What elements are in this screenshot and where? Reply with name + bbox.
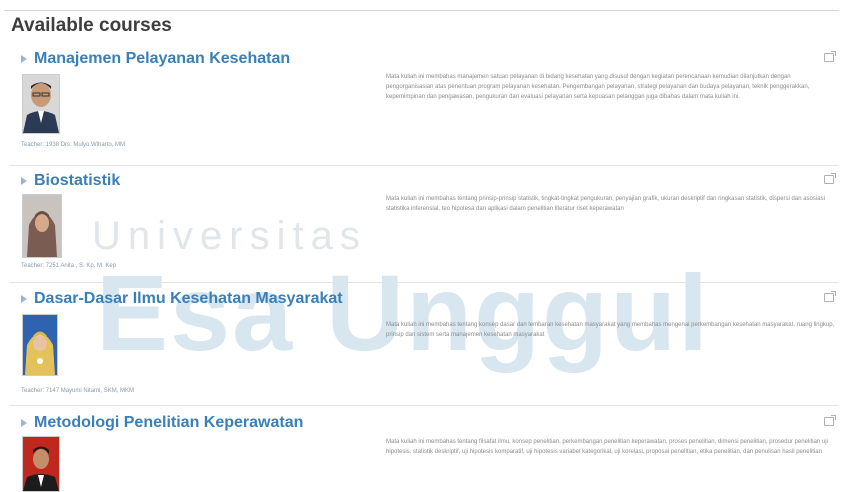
course-title: Dasar-Dasar Ilmu Kesehatan Masyarakat (34, 290, 343, 307)
teacher-avatar (22, 74, 60, 134)
arrow-icon (21, 176, 29, 185)
course-summary: Mata kuliah ini membahas tentang prinsip… (386, 196, 825, 212)
teacher-name[interactable]: Teacher: 7147 Mayumi Nitami, SKM, MKM (21, 388, 134, 394)
arrow-icon (21, 54, 29, 63)
teacher-name[interactable]: Teacher: 1938 Drs. Mulyo Wiharto, MM (21, 142, 125, 148)
teacher-avatar (22, 314, 58, 376)
course-item: Biostatistik Teacher: 7251 Anita , S. Kp… (10, 172, 840, 276)
course-divider (10, 405, 838, 406)
arrow-icon (21, 418, 29, 427)
course-title-link[interactable]: Manajemen Pelayanan Kesehatan (21, 50, 291, 68)
page-title: Available courses (11, 15, 172, 36)
enrol-icon[interactable] (824, 51, 836, 62)
course-title-link[interactable]: Biostatistik (21, 172, 121, 190)
enrol-icon[interactable] (824, 415, 836, 426)
course-title-link[interactable]: Metodologi Penelitian Keperawatan (21, 414, 304, 432)
enrol-icon[interactable] (824, 291, 836, 302)
course-divider (10, 165, 838, 166)
course-title: Manajemen Pelayanan Kesehatan (34, 50, 291, 67)
teacher-avatar (22, 194, 62, 258)
course-divider (10, 282, 838, 283)
course-summary: Mata kuliah ini membahas tentang filsafa… (386, 439, 828, 455)
course-item: Metodologi Penelitian Keperawatan Mata k… (10, 414, 840, 492)
course-summary: Mata kuliah ini membahas tentang konsep … (386, 322, 835, 338)
course-summary: Mata kuliah ini membahas manajemen satua… (386, 74, 810, 100)
teacher-name[interactable]: Teacher: 7251 Anita , S. Kp, M. Kep (21, 263, 116, 269)
enrol-icon[interactable] (824, 173, 836, 184)
course-title: Metodologi Penelitian Keperawatan (34, 414, 304, 431)
teacher-avatar (22, 436, 60, 492)
course-item: Manajemen Pelayanan Kesehatan Teacher: 1… (10, 50, 840, 160)
course-title-link[interactable]: Dasar-Dasar Ilmu Kesehatan Masyarakat (21, 290, 343, 308)
course-title: Biostatistik (34, 172, 121, 189)
course-item: Dasar-Dasar Ilmu Kesehatan Masyarakat Te… (10, 290, 840, 402)
arrow-icon (21, 294, 29, 303)
main-content: Available courses Manajemen Pelayanan Ke… (0, 0, 843, 492)
